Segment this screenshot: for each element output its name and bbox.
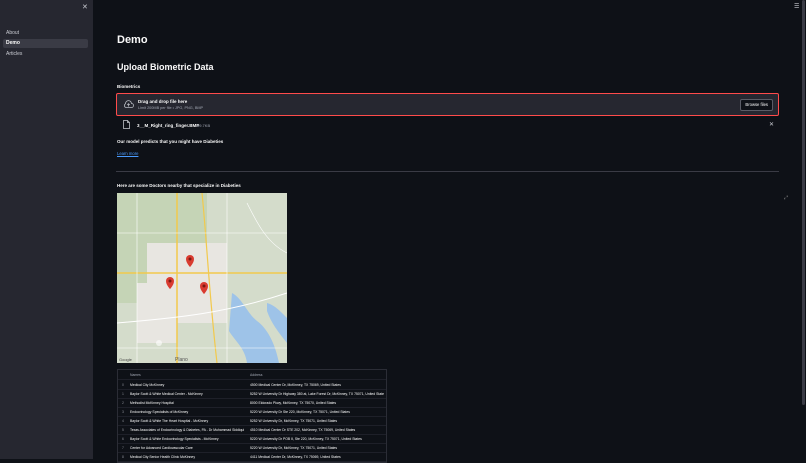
map-place-label: Plano [175, 357, 188, 363]
uploaded-file: 3__M_Right_ring_finger.BMP 39.7KB ✕ [121, 120, 778, 130]
file-dropzone[interactable]: Drag and drop file here Limit 200MB per … [116, 93, 779, 116]
table-header: Names Address [118, 370, 386, 380]
uploader-label: Biometrics [117, 84, 141, 89]
file-size: 39.7KB [197, 123, 211, 128]
dropzone-limit: Limit 200MB per file • JPG, PNG, BMP [138, 106, 204, 110]
sidebar: ✕ About Demo Articles [0, 0, 93, 459]
doctors-map[interactable]: Plano Google [117, 193, 287, 363]
file-icon [123, 120, 130, 131]
divider [116, 171, 779, 172]
table-row[interactable]: 8 Medical City Senior Health Clinic McKin… [118, 452, 386, 462]
sidebar-item-articles[interactable]: Articles [3, 50, 88, 59]
learn-more-link[interactable]: Learn more [117, 151, 138, 156]
page-title: Demo [117, 34, 148, 46]
prediction-text: Our model predicts that you might have D… [117, 139, 224, 144]
close-icon[interactable]: ✕ [82, 3, 88, 11]
doctors-heading: Here are some Doctors nearby that specia… [117, 183, 241, 188]
map-credit: Google [119, 357, 133, 362]
cloud-upload-icon [123, 100, 134, 111]
sidebar-item-about[interactable]: About [3, 29, 88, 38]
section-title: Upload Biometric Data [117, 62, 214, 72]
doctors-table[interactable]: Names Address 0 Medical City McKinney 4500… [117, 369, 387, 463]
remove-file-icon[interactable]: ✕ [769, 121, 774, 128]
dropzone-instructions: Drag and drop file here [138, 99, 188, 104]
hamburger-icon[interactable]: ☰ [794, 3, 799, 10]
browse-files-button[interactable]: Browse files [740, 99, 773, 111]
scrollbar[interactable] [802, 0, 805, 405]
column-header-address[interactable]: Address [250, 373, 384, 377]
sidebar-item-demo[interactable]: Demo [3, 39, 88, 48]
expand-icon[interactable]: ⤢ [784, 195, 788, 201]
column-header-names[interactable]: Names [130, 373, 246, 377]
file-name: 3__M_Right_ring_finger.BMP [137, 123, 200, 128]
